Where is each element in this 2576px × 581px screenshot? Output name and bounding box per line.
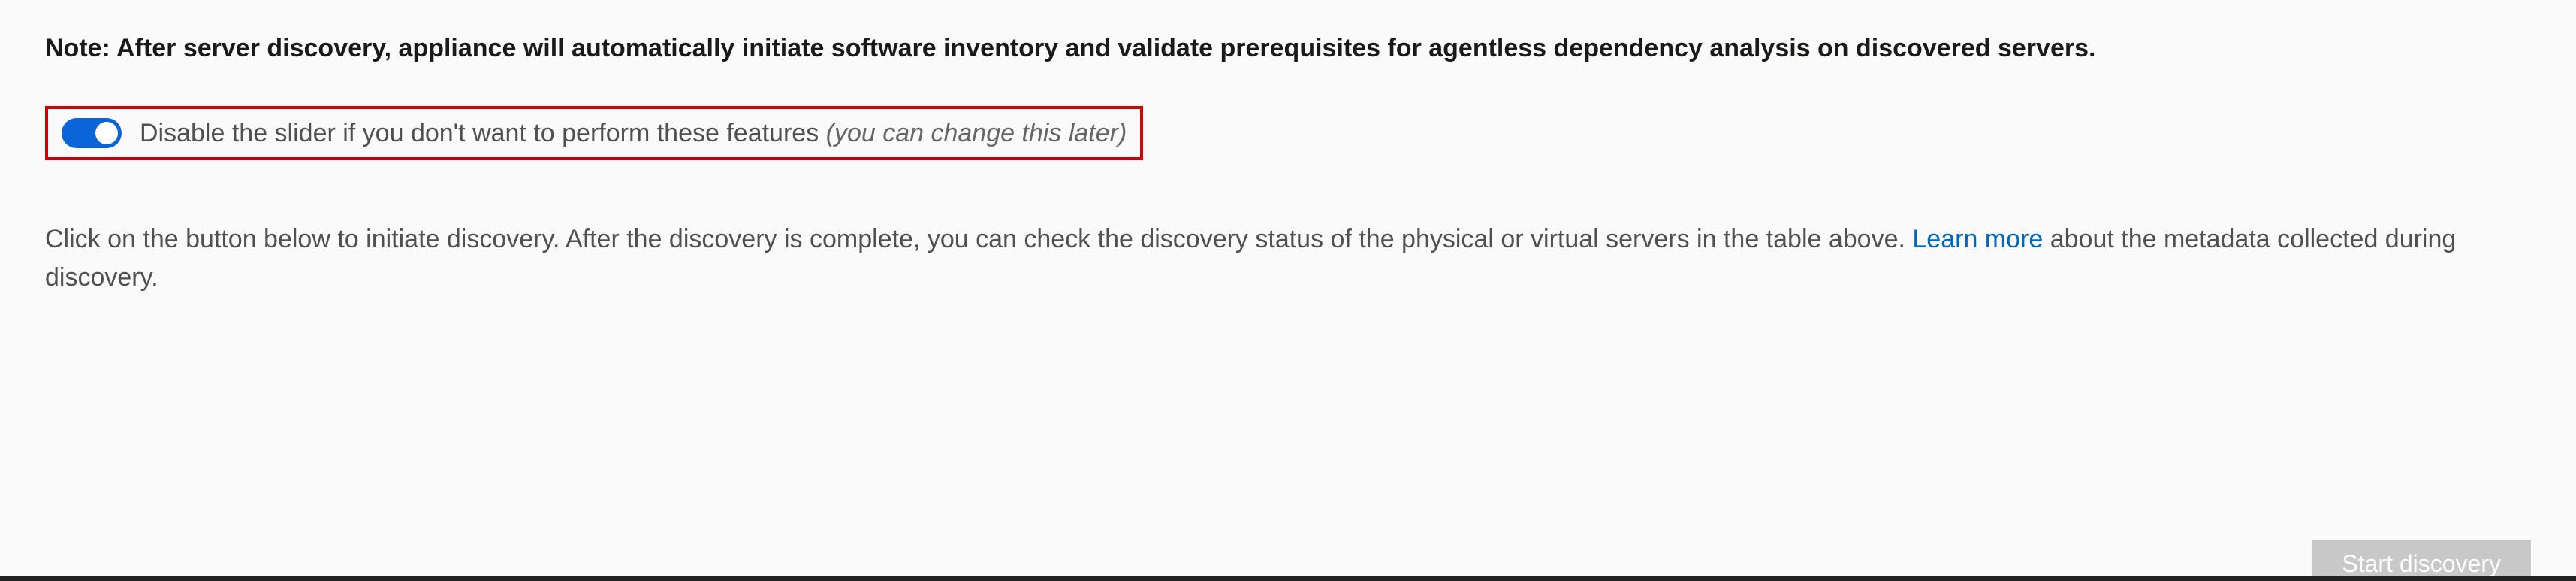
learn-more-link[interactable]: Learn more: [1912, 225, 2043, 253]
bottom-border: [0, 576, 2576, 581]
toggle-label-hint: (you can change this later): [826, 119, 1127, 147]
toggle-row-highlight: Disable the slider if you don't want to …: [45, 106, 1143, 160]
features-toggle[interactable]: [62, 118, 122, 148]
discovery-instructions: Click on the button below to initiate di…: [45, 220, 2531, 297]
toggle-knob-icon: [95, 122, 118, 144]
toggle-label: Disable the slider if you don't want to …: [140, 117, 1127, 150]
button-bar: Start discovery: [2312, 540, 2531, 581]
toggle-label-text: Disable the slider if you don't want to …: [140, 119, 826, 147]
body-pre-text: Click on the button below to initiate di…: [45, 225, 1912, 253]
note-text: Note: After server discovery, appliance …: [45, 30, 2531, 67]
start-discovery-button[interactable]: Start discovery: [2312, 540, 2531, 581]
